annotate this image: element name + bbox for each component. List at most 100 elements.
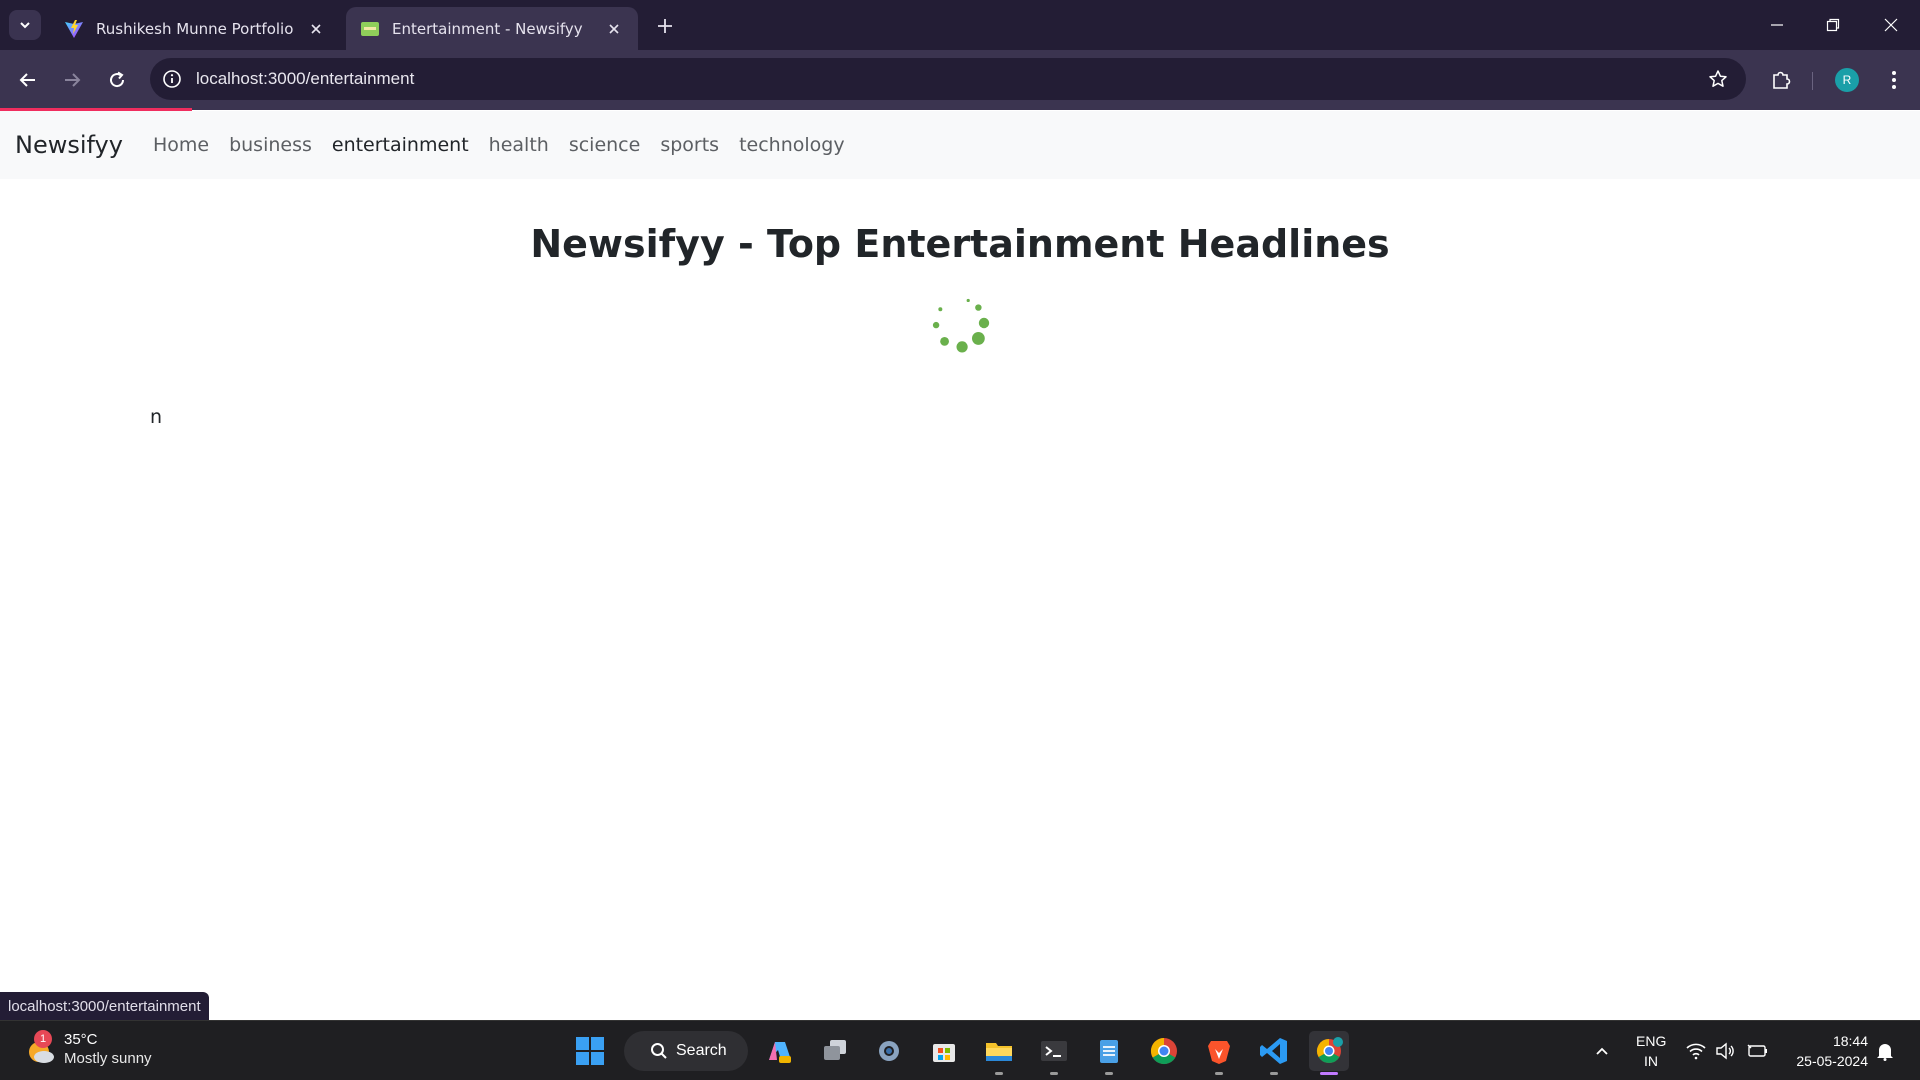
language-indicator[interactable]: ENG IN (1636, 1031, 1666, 1071)
newsifyy-favicon-icon (361, 21, 379, 36)
task-view-icon (824, 1040, 846, 1060)
site-brand[interactable]: Newsifyy (15, 131, 123, 159)
spinner-dot (975, 304, 982, 311)
forward-button[interactable] (56, 64, 88, 96)
close-icon[interactable] (604, 19, 624, 39)
taskbar-chrome-profile[interactable] (1309, 1031, 1349, 1075)
tab-newsifyy[interactable]: Entertainment - Newsifyy (346, 7, 638, 50)
vscode-icon (1260, 1038, 1287, 1064)
profile-button[interactable]: R (1831, 64, 1863, 96)
nav-link-business[interactable]: business (229, 134, 312, 156)
spinner-dot (971, 332, 985, 345)
new-tab-button[interactable] (652, 13, 678, 39)
plus-icon (658, 19, 672, 33)
taskbar-clock[interactable]: 18:44 25-05-2024 (1786, 1031, 1868, 1071)
windows-logo-icon (576, 1037, 604, 1065)
taskbar-terminal[interactable] (1034, 1031, 1074, 1075)
tab-search-button[interactable] (9, 10, 41, 40)
start-button[interactable] (570, 1031, 610, 1071)
folder-icon (986, 1043, 1012, 1061)
clock-time: 18:44 (1832, 1033, 1868, 1049)
store-icon (933, 1044, 955, 1062)
avatar: R (1835, 68, 1859, 92)
page-text: n (150, 406, 163, 428)
chrome-icon (1150, 1037, 1177, 1065)
wifi-icon (1686, 1043, 1706, 1060)
chrome-icon (1316, 1037, 1343, 1064)
battery-button[interactable] (1745, 1039, 1769, 1063)
language-code: ENG (1636, 1033, 1667, 1049)
taskbar-vscode[interactable] (1254, 1031, 1294, 1075)
address-bar[interactable]: localhost:3000/entertainment (150, 58, 1746, 100)
search-icon (651, 1043, 667, 1059)
spinner-dot (940, 336, 949, 346)
minimize-button[interactable] (1762, 10, 1792, 40)
nav-link-home[interactable]: Home (153, 134, 209, 156)
taskbar-brave[interactable] (1199, 1031, 1239, 1075)
speaker-icon (1716, 1042, 1734, 1060)
site-navbar: Newsifyy Home business entertainment hea… (0, 111, 1920, 179)
wifi-button[interactable] (1684, 1039, 1708, 1063)
clock-date: 25-05-2024 (1796, 1053, 1868, 1069)
nav-link-science[interactable]: science (569, 134, 641, 156)
status-url-bubble: localhost:3000/entertainment (0, 992, 209, 1020)
taskbar-copilot[interactable] (760, 1031, 800, 1071)
taskbar-search[interactable]: Search (624, 1031, 748, 1071)
spinner-dot (956, 341, 968, 353)
weather-widget[interactable]: 1 35°C Mostly sunny (24, 1029, 152, 1068)
running-indicator (1105, 1072, 1113, 1075)
reload-button[interactable] (101, 64, 133, 96)
page-title: Newsifyy - Top Entertainment Headlines (530, 222, 1390, 266)
reload-icon (110, 71, 125, 88)
brave-lion-icon (1208, 1041, 1230, 1064)
running-indicator (995, 1072, 1003, 1075)
spinner-dot (978, 317, 990, 329)
taskbar-store[interactable] (924, 1031, 964, 1071)
notepad-icon (1100, 1040, 1118, 1063)
volume-button[interactable] (1713, 1039, 1737, 1063)
taskbar-settings[interactable] (869, 1031, 909, 1071)
site-info-icon[interactable] (160, 67, 184, 91)
notification-badge: 1 (34, 1029, 52, 1048)
tab-portfolio[interactable]: Rushikesh Munne Portfolio (50, 7, 340, 50)
running-indicator (1320, 1072, 1338, 1075)
taskbar-notepad[interactable] (1089, 1031, 1129, 1075)
back-button[interactable] (12, 64, 44, 96)
nav-link-entertainment[interactable]: entertainment (332, 134, 469, 156)
notifications-button[interactable] (1873, 1039, 1897, 1063)
chevron-down-icon (20, 22, 30, 29)
arrow-right-icon (65, 73, 81, 87)
weather-temp: 35°C (64, 1031, 98, 1048)
loading-spinner-icon (932, 298, 990, 353)
running-indicator (1215, 1072, 1223, 1075)
terminal-icon (1041, 1041, 1067, 1061)
restore-button[interactable] (1818, 10, 1848, 40)
show-hidden-icons-button[interactable] (1590, 1039, 1614, 1063)
weather-condition: Mostly sunny (64, 1050, 152, 1067)
browser-toolbar: localhost:3000/entertainment R (0, 50, 1920, 110)
extensions-button[interactable] (1765, 64, 1797, 96)
browser-tab-strip: Rushikesh Munne Portfolio Entertainment … (0, 0, 1920, 50)
bookmark-star-icon[interactable] (1706, 67, 1730, 91)
spinner-dots (932, 298, 990, 353)
taskbar-task-view[interactable] (815, 1031, 855, 1071)
nav-link-sports[interactable]: sports (660, 134, 719, 156)
close-window-button[interactable] (1876, 10, 1906, 40)
battery-icon (1747, 1044, 1767, 1057)
nav-link-technology[interactable]: technology (739, 134, 845, 156)
url-text[interactable]: localhost:3000/entertainment (196, 69, 414, 89)
restore-icon (1826, 18, 1840, 32)
taskbar-chrome[interactable] (1144, 1031, 1184, 1071)
taskbar-file-explorer[interactable] (979, 1031, 1019, 1075)
running-indicator (1270, 1072, 1278, 1075)
minimize-icon (1771, 24, 1783, 26)
copilot-icon (769, 1042, 791, 1063)
close-icon[interactable] (306, 19, 326, 39)
bell-icon (1877, 1044, 1893, 1061)
menu-button[interactable] (1878, 64, 1910, 96)
vite-favicon-icon (65, 19, 83, 38)
taskbar: 1 35°C Mostly sunny Search ENG IN 18:44 … (0, 1020, 1920, 1080)
spinner-dot (938, 307, 943, 312)
nav-link-health[interactable]: health (489, 134, 549, 156)
spinner-dot (932, 321, 940, 329)
